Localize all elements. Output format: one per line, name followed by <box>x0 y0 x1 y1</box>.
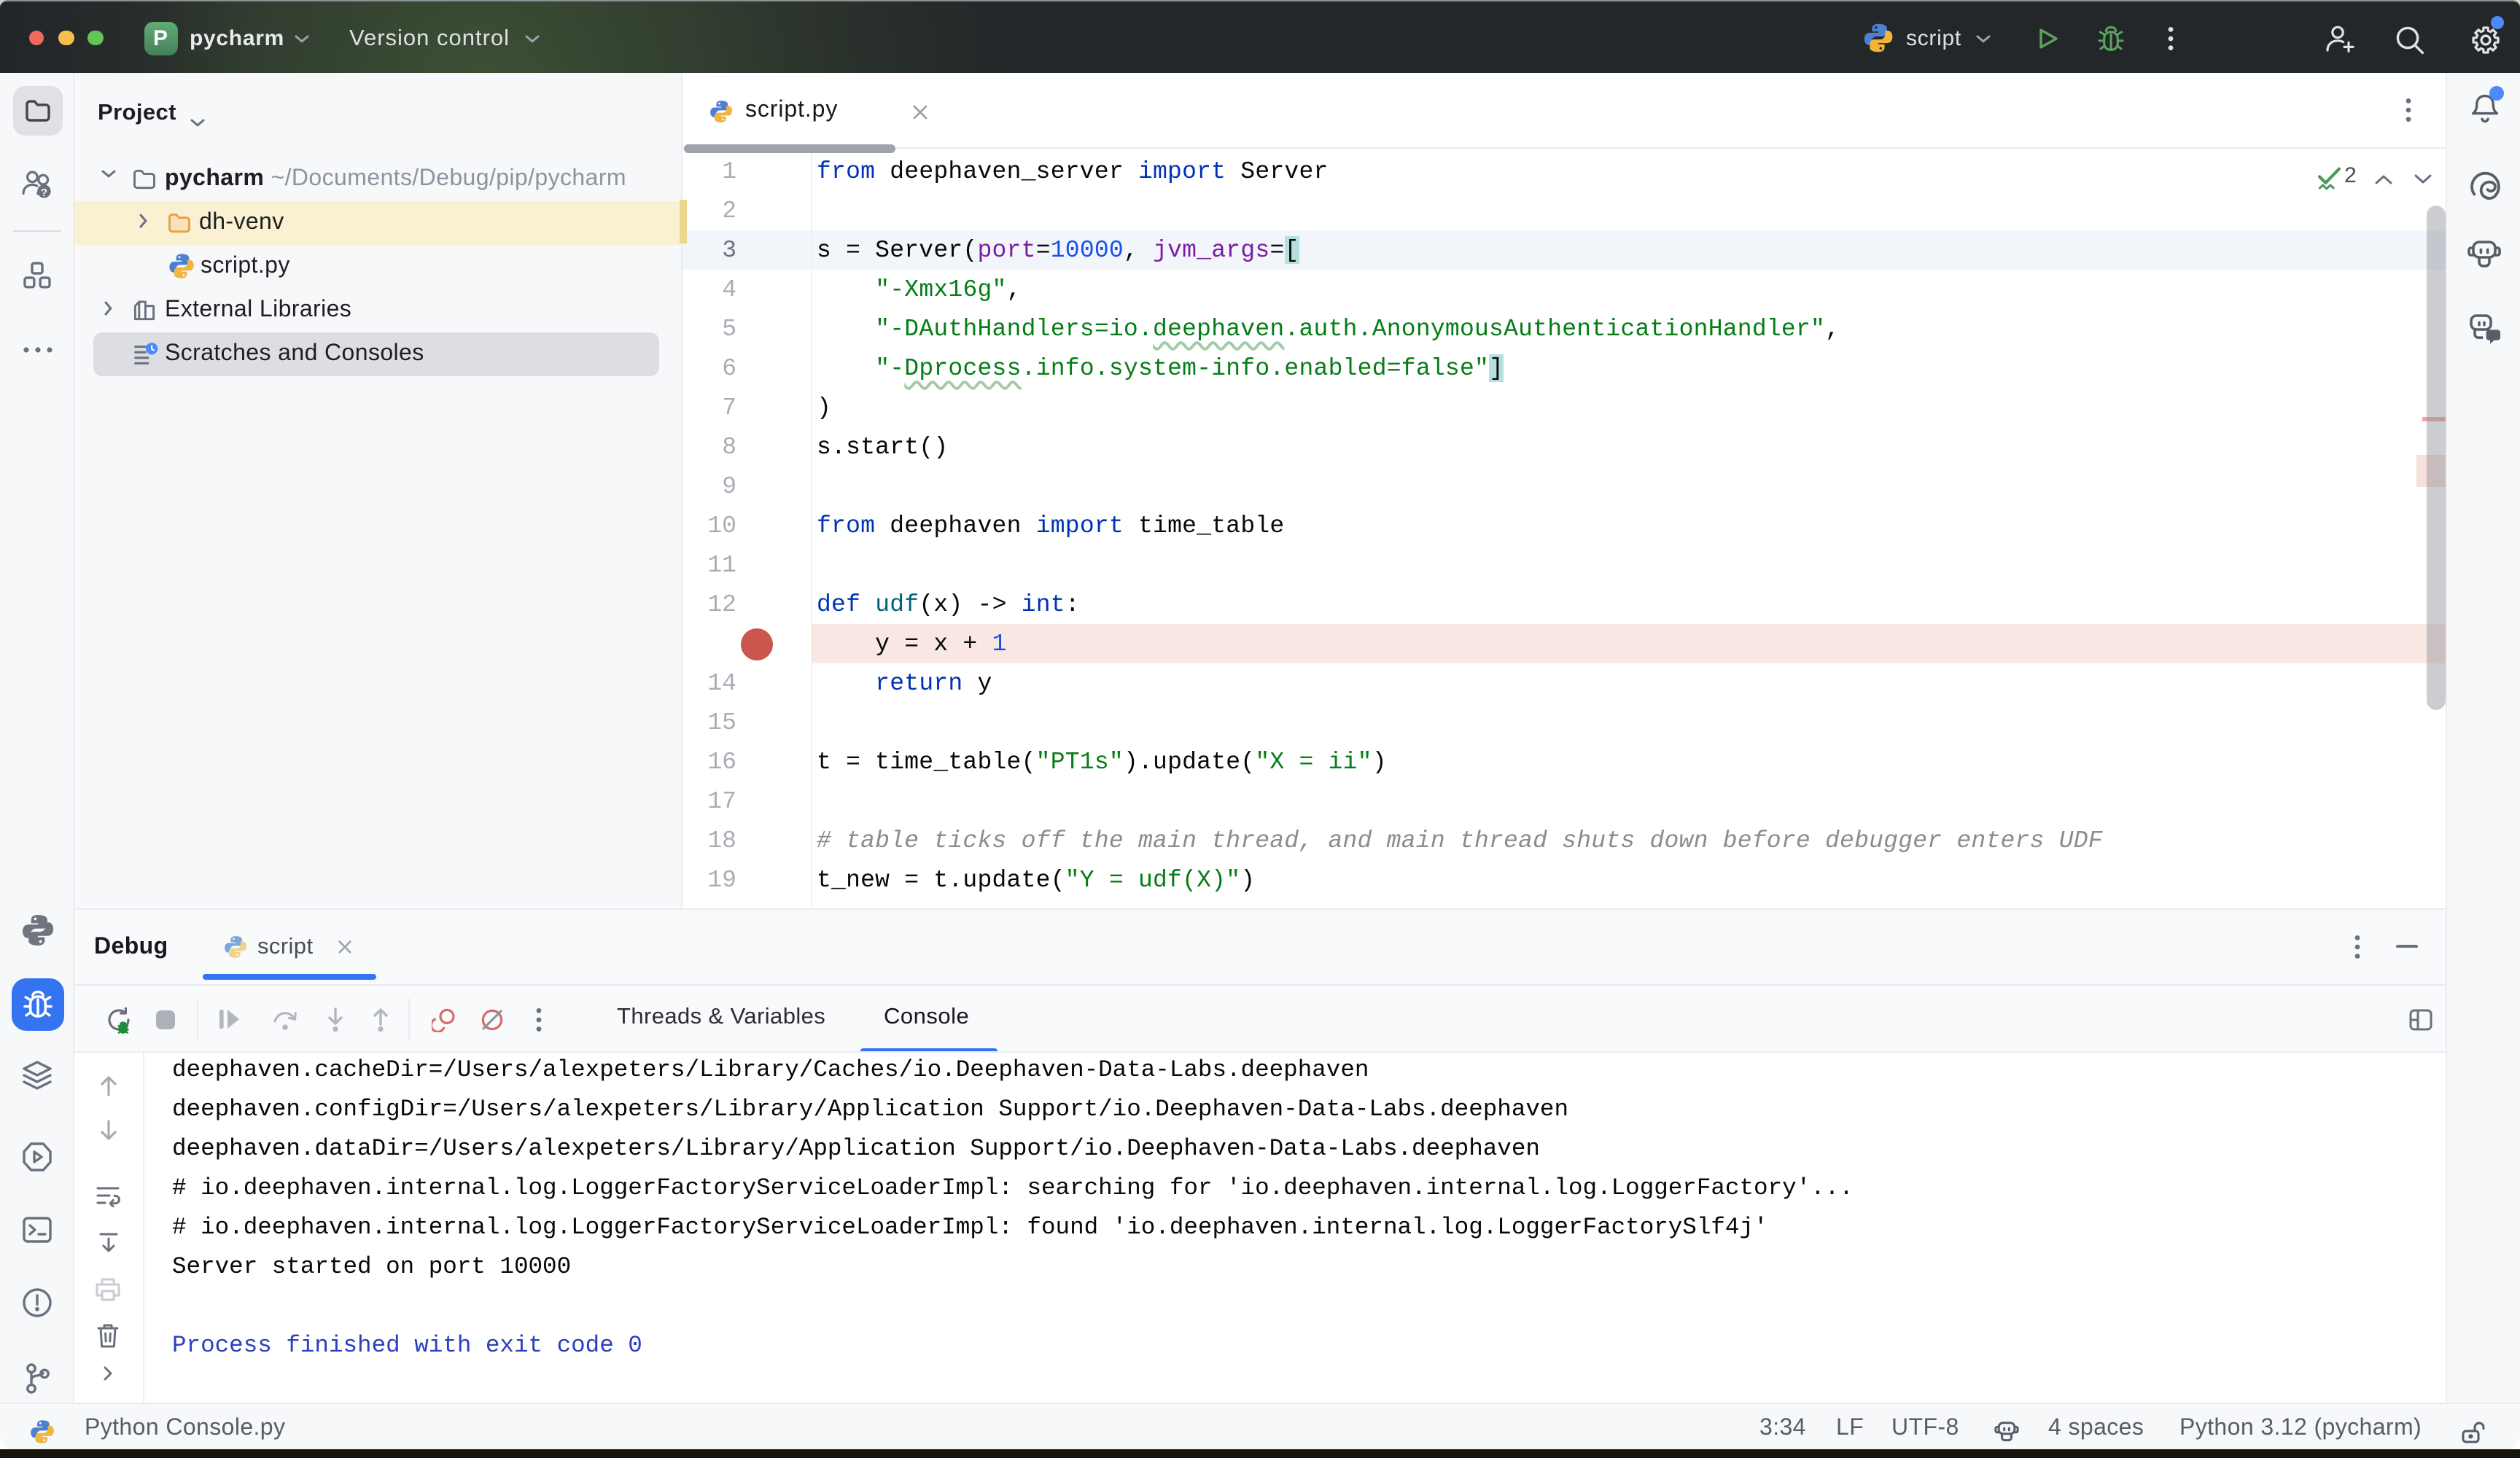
svg-text:?: ? <box>41 187 47 199</box>
